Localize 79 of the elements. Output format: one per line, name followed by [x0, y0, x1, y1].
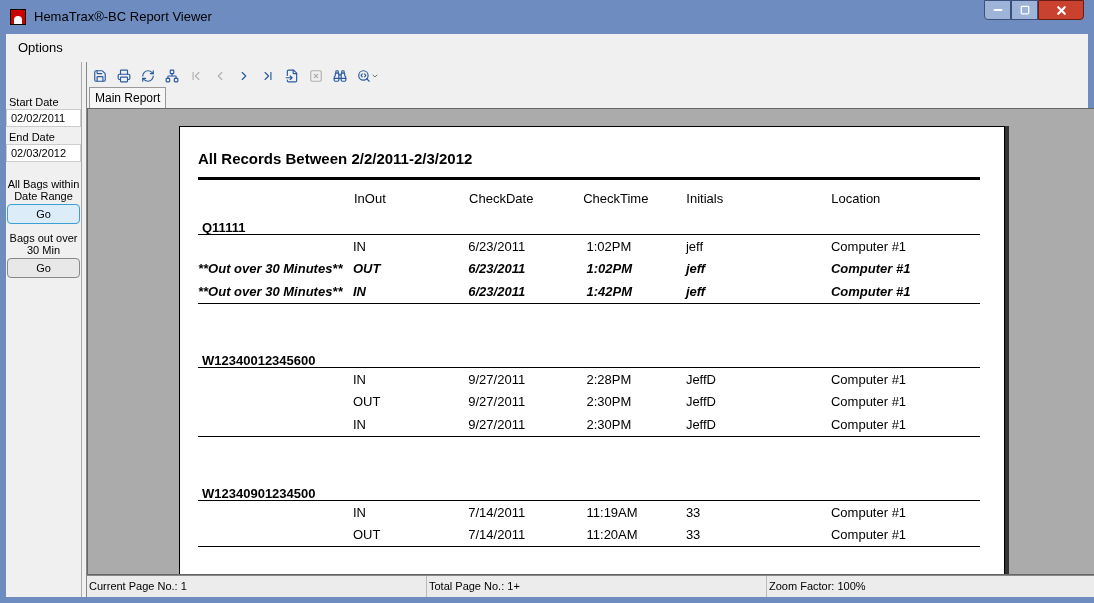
table-cell-text: Computer #1 — [830, 393, 908, 411]
column-header: CheckTime — [583, 190, 650, 208]
tree-icon[interactable] — [165, 69, 179, 83]
action-label: All Bags within Date Range — [7, 178, 80, 202]
table-cell-text: Computer #1 — [830, 526, 908, 544]
table-cell-text: Computer #1 — [830, 415, 908, 434]
bag-id: W12340901234500 — [202, 486, 316, 501]
column-header: Initials — [686, 190, 725, 208]
table-cell-text: IN — [353, 370, 367, 389]
table-cell-text: 6/23/2011 — [468, 237, 527, 256]
maximize-button[interactable] — [1011, 0, 1038, 20]
table-cell-text: 33 — [685, 503, 702, 522]
start-date-label: Start Date — [9, 96, 60, 109]
go-button[interactable]: Go — [7, 258, 80, 278]
search-icon[interactable] — [357, 69, 379, 83]
table-cell-text: Computer #1 — [830, 237, 908, 256]
report-title: All Records Between 2/2/2011-2/3/2012 — [198, 149, 474, 169]
column-header: Location — [831, 190, 882, 208]
table-cell-text: 9/27/2011 — [468, 370, 527, 389]
action-label: Bags out over 30 Min — [8, 232, 79, 256]
table-cell-text: 1:42PM — [585, 282, 634, 301]
table-cell-text: Computer #1 — [830, 282, 912, 301]
table-cell-text: IN — [353, 237, 367, 256]
table-cell-text: 11:20AM — [585, 526, 639, 544]
flag-note: **Out over 30 Minutes** — [198, 261, 343, 276]
table-cell-text: jeff — [685, 282, 707, 301]
table-cell-text: 6/23/2011 — [468, 282, 527, 301]
table-cell-text: OUT — [353, 526, 382, 544]
status-text: Zoom Factor: 100% — [767, 576, 1094, 597]
status-text: Current Page No.: 1 — [87, 576, 427, 597]
flag-note: **Out over 30 Minutes** — [198, 283, 343, 299]
table-cell-text: IN — [353, 282, 367, 301]
menu-item[interactable]: Options — [14, 38, 67, 58]
binoculars-icon[interactable] — [333, 69, 347, 83]
app-logo-icon — [10, 9, 26, 25]
goto-page-icon[interactable] — [285, 69, 299, 83]
table-cell-text: 2:28PM — [585, 370, 633, 389]
table-cell-text: JeffD — [685, 393, 717, 411]
table-cell-text: 1:02PM — [585, 260, 634, 278]
start-date-field[interactable]: 02/02/2011 — [6, 109, 81, 127]
bag-id: W12340012345600 — [202, 353, 316, 368]
refresh-icon[interactable] — [141, 69, 155, 83]
table-cell-text: 6/23/2011 — [468, 260, 527, 278]
status-text: Total Page No.: 1+ — [427, 576, 767, 597]
maximize-icon — [1019, 5, 1030, 15]
printer-icon[interactable] — [117, 69, 131, 83]
close-icon — [1054, 3, 1068, 17]
table-cell-text: 2:30PM — [585, 393, 633, 411]
table-cell-text: 7/14/2011 — [468, 526, 527, 544]
table-cell-text: jeff — [685, 237, 704, 256]
column-header: InOut — [354, 190, 387, 208]
end-date-label: End Date — [9, 131, 56, 144]
last-page-icon[interactable] — [261, 69, 275, 83]
table-cell-text: 9/27/2011 — [468, 415, 527, 434]
table-cell-text: 2:30PM — [585, 415, 633, 434]
table-cell-text: OUT — [353, 260, 383, 278]
minimize-button[interactable] — [984, 0, 1011, 20]
table-cell-text: 33 — [685, 526, 702, 544]
table-cell-text: 9/27/2011 — [468, 393, 527, 411]
close-button[interactable] — [1038, 0, 1084, 20]
table-cell-text: Computer #1 — [830, 503, 908, 522]
table-cell-text: JeffD — [685, 370, 717, 389]
go-button[interactable]: Go — [7, 204, 80, 224]
table-cell-text: Computer #1 — [830, 370, 908, 389]
window-title: HemaTrax®-BC Report Viewer — [34, 8, 212, 27]
table-cell-text: 1:02PM — [585, 237, 633, 256]
table-cell-text: Computer #1 — [830, 260, 912, 278]
end-date-field[interactable]: 02/03/2012 — [6, 144, 81, 162]
table-cell-text: IN — [353, 415, 367, 434]
bag-id: Q11111 — [202, 220, 246, 235]
table-cell-text: 7/14/2011 — [468, 503, 527, 522]
save-icon[interactable] — [93, 69, 107, 83]
column-header: CheckDate — [469, 190, 535, 208]
table-cell-text: JeffD — [685, 415, 717, 434]
table-cell-text: OUT — [353, 393, 382, 411]
table-cell-text: IN — [353, 503, 367, 522]
table-cell-text: 11:19AM — [585, 503, 639, 522]
report-tab[interactable]: Main Report — [89, 87, 167, 108]
table-cell-text: jeff — [685, 260, 707, 278]
